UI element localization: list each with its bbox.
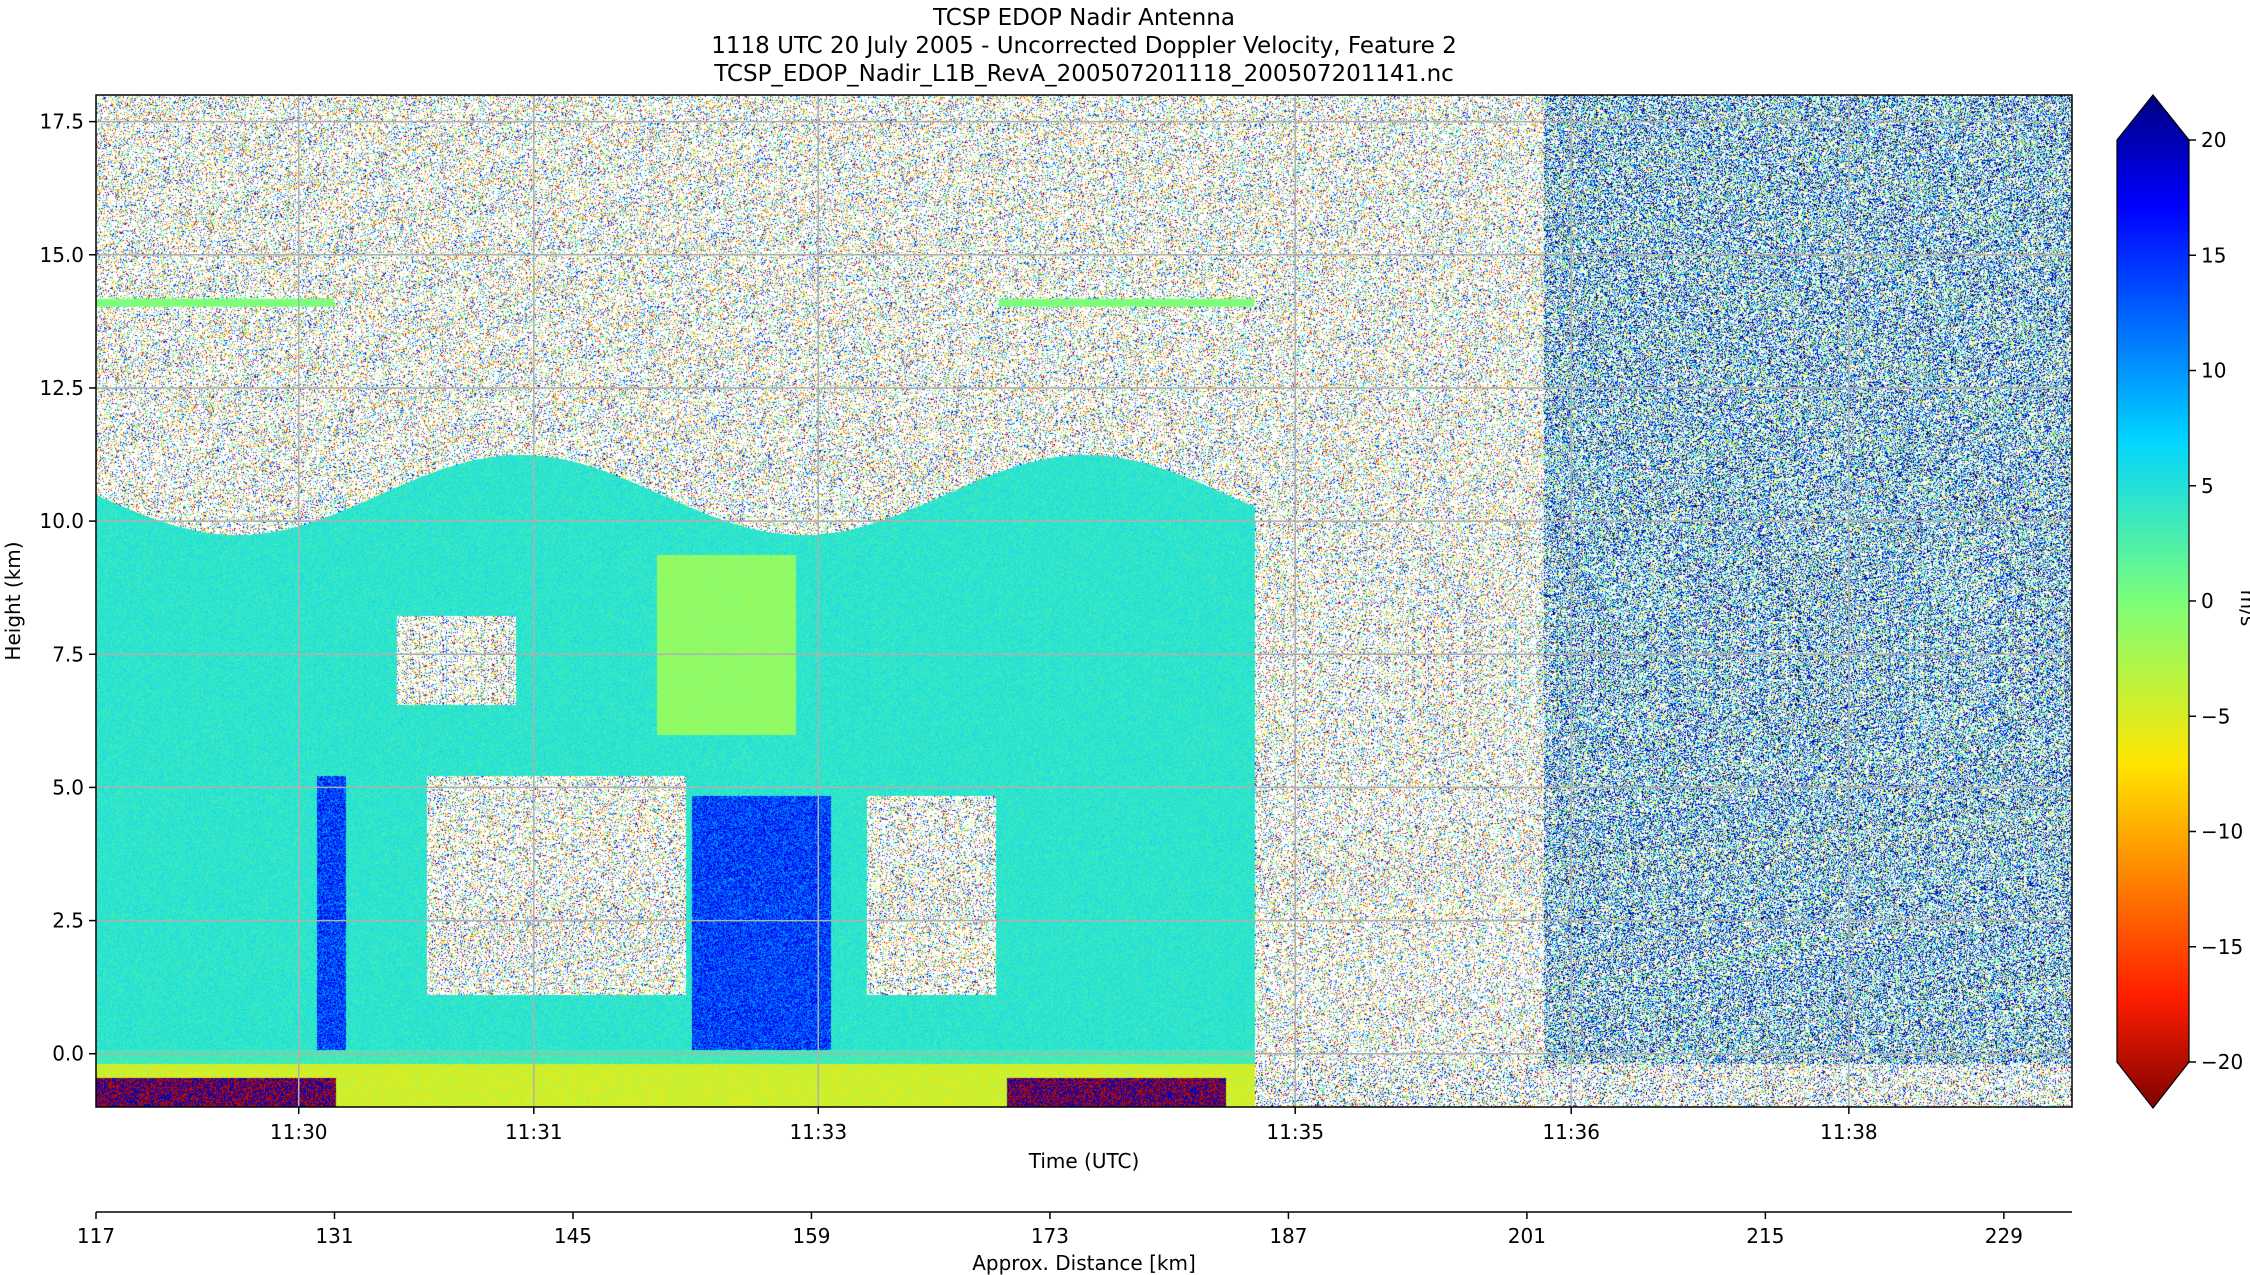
- colorbar-tick-label: 10: [2201, 359, 2226, 383]
- distance-tick-label: 173: [1031, 1224, 1069, 1248]
- colorbar-tick-label: 0: [2201, 589, 2214, 613]
- distance-axis-label: Approx. Distance [km]: [972, 1251, 1196, 1275]
- distance-tick-label: 159: [792, 1224, 830, 1248]
- chart-figure: TCSP EDOP Nadir Antenna 1118 UTC 20 July…: [1, 5, 2250, 1275]
- x-tick-label: 11:36: [1542, 1120, 1600, 1144]
- colorbar-axis: 20 15 10 5 0 −10 −15 −20 −5: [2189, 128, 2243, 1074]
- colorbar-tick-label: −15: [2201, 935, 2243, 959]
- x-axis-label: Time (UTC): [1028, 1149, 1140, 1173]
- distance-tick-label: 187: [1269, 1224, 1307, 1248]
- radar-image: [96, 95, 2072, 1107]
- y-tick-label: 0.0: [52, 1042, 84, 1066]
- distance-tick-label: 201: [1508, 1224, 1546, 1248]
- colorbar: 20 15 10 5 0 −10 −15 −20 −5 m/s: [2116, 94, 2250, 1109]
- y-tick-label: 5.0: [52, 775, 84, 799]
- chart-title-line-1: TCSP EDOP Nadir Antenna: [932, 5, 1235, 31]
- distance-tick-label: 215: [1746, 1224, 1784, 1248]
- colorbar-tick-label: −20: [2201, 1050, 2243, 1074]
- chart-title-line-3: TCSP_EDOP_Nadir_L1B_RevA_200507201118_20…: [713, 61, 1454, 87]
- colorbar-body: [2116, 94, 2190, 1109]
- colorbar-tick-label: −10: [2201, 820, 2243, 844]
- plot-area: [95, 94, 2073, 1108]
- distance-tick-label: 131: [315, 1224, 353, 1248]
- y-axis: 17.5 15.0 12.5 10.0 7.5 5.0 2.5 0.0: [39, 110, 96, 1066]
- x-axis: 11:30 11:31 11:33 11:35 11:36 11:38: [270, 1107, 1878, 1144]
- y-tick-label: 10.0: [39, 509, 84, 533]
- x-tick-label: 11:35: [1266, 1120, 1324, 1144]
- y-tick-label: 7.5: [52, 642, 84, 666]
- colorbar-tick-label: 5: [2201, 474, 2214, 498]
- colorbar-tick-label: −5: [2201, 704, 2230, 728]
- x-tick-label: 11:30: [270, 1120, 328, 1144]
- y-tick-label: 12.5: [39, 376, 84, 400]
- y-tick-label: 15.0: [39, 243, 84, 267]
- y-tick-label: 17.5: [39, 110, 84, 134]
- distance-tick-label: 117: [77, 1224, 115, 1248]
- colorbar-label: m/s: [2236, 590, 2250, 627]
- y-axis-label: Height (km): [1, 541, 25, 660]
- x-tick-label: 11:31: [505, 1120, 563, 1144]
- x-tick-label: 11:38: [1820, 1120, 1878, 1144]
- distance-tick-label: 229: [1985, 1224, 2023, 1248]
- x-tick-label: 11:33: [789, 1120, 847, 1144]
- distance-tick-label: 145: [554, 1224, 592, 1248]
- distance-axis: 117 131 145 159 173 187 201 215 229: [77, 1212, 2023, 1248]
- colorbar-tick-label: 15: [2201, 243, 2226, 267]
- chart-title-line-2: 1118 UTC 20 July 2005 - Uncorrected Dopp…: [711, 33, 1456, 59]
- colorbar-tick-label: 20: [2201, 128, 2226, 152]
- y-tick-label: 2.5: [52, 909, 84, 933]
- doppler-velocity-field: [96, 95, 2072, 1107]
